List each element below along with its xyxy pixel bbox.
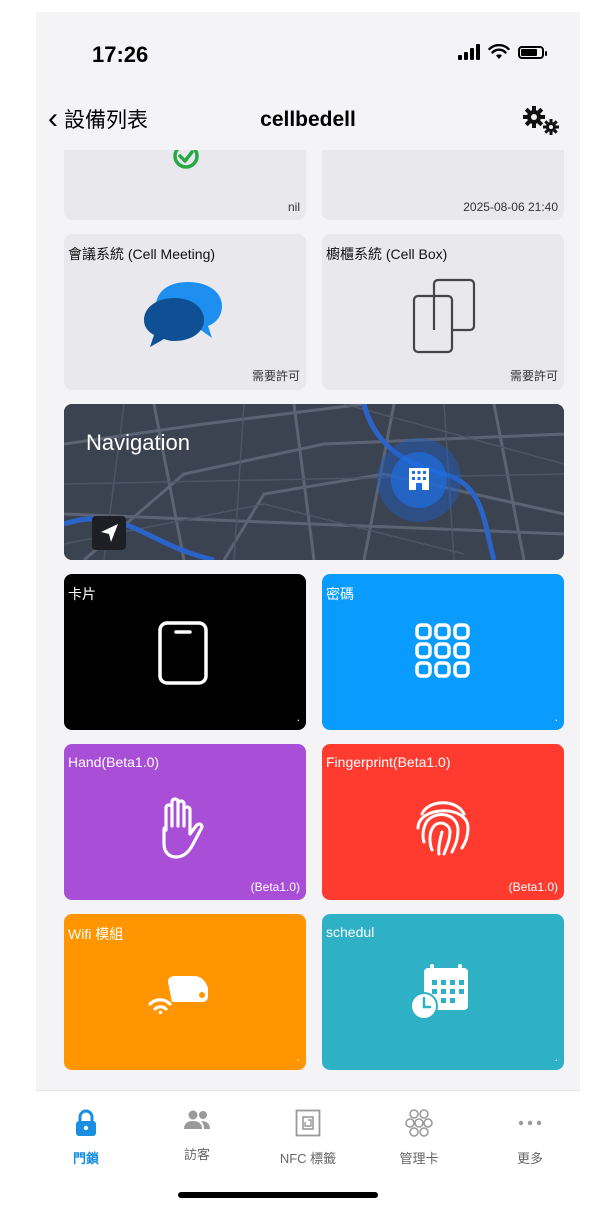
nfc-tag-icon [295, 1109, 321, 1137]
top-left-card-footer: nil [287, 200, 300, 214]
tab-visitors[interactable]: 訪客 [147, 1109, 247, 1163]
wifi-icon [488, 44, 510, 59]
tab-more-label: 更多 [516, 1151, 543, 1166]
phone-card-icon [158, 621, 208, 685]
card-key-card[interactable]: 卡片 . [64, 574, 306, 730]
wifi-title: Wifi 模組 [68, 926, 124, 942]
location-arrow-icon [101, 524, 118, 542]
tab-visitors-label: 訪客 [183, 1147, 210, 1162]
schedule-title: schedul [326, 924, 375, 940]
tab-nfc-tag[interactable]: NFC 標籤 [258, 1109, 358, 1167]
status-icons [458, 44, 547, 60]
phone-screen: 17:26 ‹ 設備列表 cellbedell nil 2025-08-06 2… [36, 12, 580, 1210]
fingerprint-card[interactable]: Fingerprint(Beta1.0) (Beta1.0) [322, 744, 564, 900]
tab-manage-card-label: 管理卡 [399, 1151, 439, 1166]
box-card-title: 櫥櫃系統 (Cell Box) [326, 246, 448, 262]
wifi-module-card[interactable]: Wifi 模組 . [64, 914, 306, 1070]
calendar-clock-icon [410, 964, 468, 1020]
people-icon [184, 1110, 210, 1129]
signal-icon [458, 44, 480, 60]
building-icon [409, 468, 429, 490]
copy-icon [412, 278, 476, 354]
box-system-card[interactable]: 櫥櫃系統 (Cell Box) 需要許可 [322, 234, 564, 390]
box-card-footer: 需要許可 [509, 369, 558, 383]
hand-recognition-card[interactable]: Hand(Beta1.0) (Beta1.0) [64, 744, 306, 900]
locate-button[interactable] [92, 516, 126, 550]
status-bar: 17:26 [36, 12, 580, 94]
check-circle-icon [173, 150, 199, 169]
navigation-map-card[interactable]: Navigation [64, 404, 564, 560]
more-dots-icon [518, 1120, 542, 1126]
status-time: 17:26 [92, 42, 149, 67]
schedule-card[interactable]: schedul . [322, 914, 564, 1070]
page-title: cellbedell [260, 108, 356, 131]
tab-lock-label: 門鎖 [72, 1151, 99, 1166]
hand-footer: (Beta1.0) [250, 880, 300, 894]
chat-bubbles-icon [144, 282, 222, 347]
card-key-footer: . [296, 710, 300, 724]
navigation-bar: ‹ 設備列表 cellbedell [36, 94, 580, 150]
lock-icon [76, 1109, 96, 1136]
map-background [64, 404, 564, 560]
tab-lock[interactable]: 門鎖 [36, 1109, 136, 1167]
wifi-footer: . [296, 1050, 300, 1064]
tab-nfc-tag-label: NFC 標籤 [279, 1151, 337, 1166]
keypad-icon [415, 623, 470, 678]
top-right-card-footer: 2025-08-06 21:40 [463, 200, 558, 214]
fingerprint-title: Fingerprint(Beta1.0) [326, 754, 451, 770]
fingerprint-icon [416, 801, 470, 856]
tab-manage-card[interactable]: 管理卡 [369, 1109, 469, 1167]
meeting-card-footer: 需要許可 [251, 369, 300, 383]
hand-palm-icon [162, 797, 204, 859]
device-grid: nil 2025-08-06 21:40 會議系統 (Cell Meeting)… [36, 150, 580, 1090]
password-card[interactable]: 密碼 . [322, 574, 564, 730]
top-right-card[interactable]: 2025-08-06 21:40 [322, 150, 564, 220]
fingerprint-footer: (Beta1.0) [508, 880, 558, 894]
top-left-card[interactable]: nil [64, 150, 306, 220]
meeting-card-title: 會議系統 (Cell Meeting) [68, 246, 216, 262]
navigation-title: Navigation [86, 430, 190, 455]
password-footer: . [554, 710, 558, 724]
home-indicator[interactable] [178, 1192, 378, 1198]
tab-more[interactable]: 更多 [480, 1109, 580, 1167]
settings-gears-icon[interactable] [520, 104, 562, 136]
battery-icon [518, 45, 547, 59]
card-key-title: 卡片 [68, 586, 96, 602]
meeting-system-card[interactable]: 會議系統 (Cell Meeting) 需要許可 [64, 234, 306, 390]
grid-circles-icon [405, 1109, 433, 1137]
schedule-footer: . [554, 1050, 558, 1064]
wifi-router-icon [148, 976, 208, 1014]
hand-title: Hand(Beta1.0) [68, 754, 160, 770]
password-title: 密碼 [326, 586, 354, 602]
